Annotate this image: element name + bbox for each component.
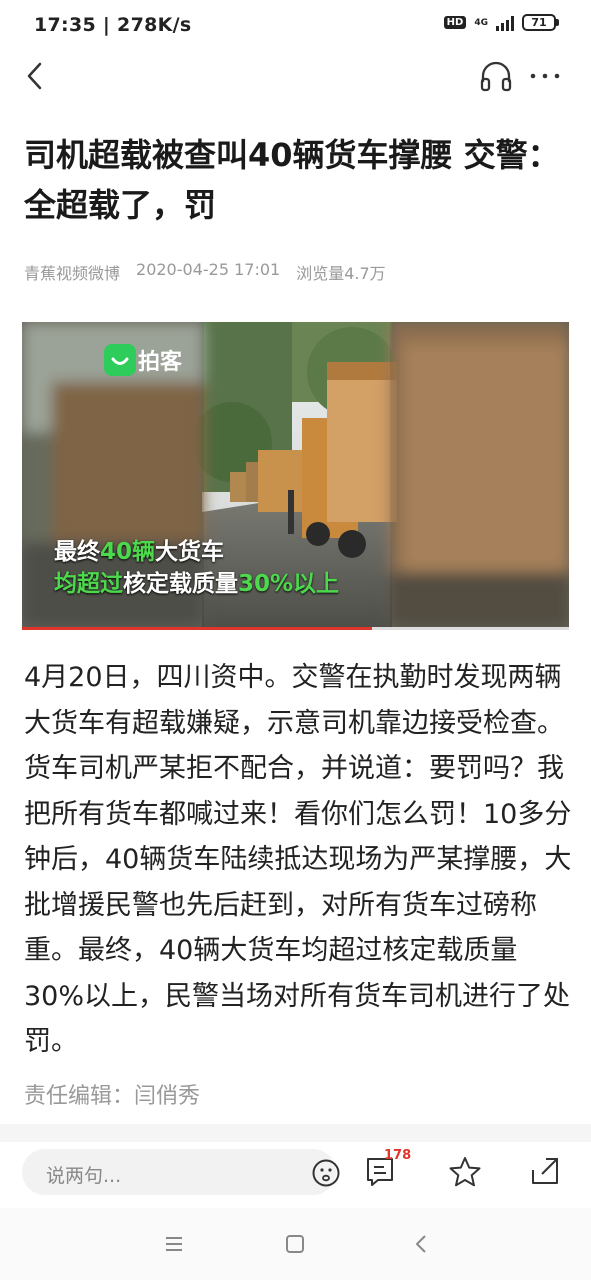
video-logo-text: 拍客: [138, 350, 183, 375]
system-navigation-bar: [0, 1208, 591, 1280]
signal-icon: [496, 15, 514, 31]
section-divider: [0, 1124, 591, 1142]
comment-placeholder: 说两句...: [46, 1165, 122, 1187]
system-back-button[interactable]: [410, 1232, 434, 1256]
status-time-speed: 17:35 | 278K/s: [34, 14, 192, 36]
home-square-icon: [286, 1235, 304, 1253]
video-logo: 拍客: [104, 344, 182, 376]
video-progress-bar[interactable]: [22, 627, 569, 630]
caption-line-1: 最终40辆大货车: [54, 536, 339, 568]
battery-level: 71: [522, 14, 556, 31]
article-views: 浏览量4.7万: [296, 264, 386, 283]
battery-icon: 71: [522, 14, 559, 31]
caption-highlight: 30%以上: [238, 571, 340, 597]
video-progress-fill: [22, 627, 373, 630]
share-button[interactable]: [528, 1154, 562, 1188]
editor-credit: 责任编辑：闫俏秀: [24, 1084, 201, 1109]
article-date: 2020-04-25 17:01: [136, 260, 281, 279]
back-button[interactable]: [18, 58, 54, 94]
caption-highlight: 均超过: [54, 571, 123, 597]
back-triangle-icon: [416, 1235, 426, 1253]
star-icon: [449, 1157, 481, 1187]
status-bar: 17:35 | 278K/s HD 4G 71: [0, 0, 591, 50]
audio-button[interactable]: [478, 58, 514, 94]
emoji-button[interactable]: [311, 1158, 341, 1188]
paike-logo-icon: [104, 344, 136, 376]
network-type: 4G: [474, 17, 488, 28]
menu-icon: [166, 1237, 182, 1251]
emoji-icon: [312, 1159, 340, 1187]
caption-text: 核定载质量: [123, 571, 238, 597]
top-nav-bar: [0, 52, 591, 100]
system-menu-button[interactable]: [160, 1232, 188, 1256]
system-home-button[interactable]: [283, 1232, 307, 1256]
article-title: 司机超载被查叫40辆货车撑腰 交警：全超载了，罚: [24, 136, 560, 224]
share-icon: [532, 1158, 558, 1184]
chevron-left-icon: [27, 62, 42, 90]
caption-text: 最终: [54, 539, 100, 565]
hd-badge: HD: [443, 16, 467, 29]
article-body: 4月20日，四川资中。交警在执勤时发现两辆大货车有超载嫌疑，示意司机靠边接受检查…: [24, 662, 572, 1057]
favorite-button[interactable]: [447, 1154, 483, 1190]
bottom-action-bar: 说两句... 178: [0, 1142, 591, 1208]
caption-highlight: 40辆: [100, 539, 156, 565]
more-button[interactable]: [525, 58, 565, 94]
comment-count-badge: 178: [384, 1148, 412, 1163]
caption-line-2: 均超过核定载质量30%以上: [54, 568, 339, 600]
caption-text: 大货车: [155, 539, 225, 565]
comment-input[interactable]: 说两句...: [22, 1149, 340, 1195]
video-player[interactable]: 拍客 最终40辆大货车 均超过核定载质量30%以上: [22, 322, 569, 630]
headphones-icon: [480, 61, 512, 92]
more-dots-icon: [530, 73, 560, 79]
article-meta: 青蕉视频微博 2020-04-25 17:01 浏览量4.7万: [24, 260, 386, 284]
article-source[interactable]: 青蕉视频微博: [24, 260, 120, 284]
video-caption: 最终40辆大货车 均超过核定载质量30%以上: [54, 536, 339, 600]
status-icons: HD 4G 71: [443, 14, 559, 31]
